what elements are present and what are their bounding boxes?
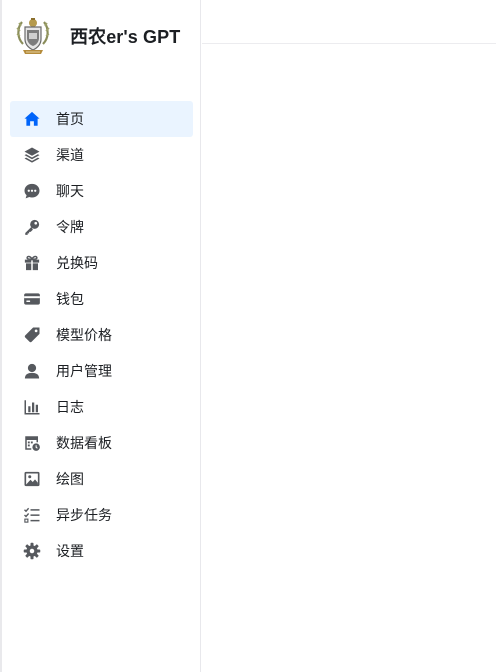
sidebar-item-settings[interactable]: 设置: [10, 533, 193, 569]
user-icon: [22, 361, 42, 381]
sidebar-item-label: 用户管理: [56, 364, 112, 380]
price-tag-icon: [22, 325, 42, 345]
sidebar-item-label: 钱包: [56, 292, 84, 308]
sidebar-item-label: 日志: [56, 400, 84, 416]
sidebar-item-label: 渠道: [56, 148, 84, 164]
sidebar-item-logs[interactable]: 日志: [10, 389, 193, 425]
sidebar-item-data-dashboard[interactable]: 数据看板: [10, 425, 193, 461]
bar-chart-icon: [22, 397, 42, 417]
checklist-icon: [22, 505, 42, 525]
home-icon: [22, 109, 42, 129]
sidebar-item-user-management[interactable]: 用户管理: [10, 353, 193, 389]
gift-icon: [22, 253, 42, 273]
main-content: [202, 44, 496, 672]
sidebar-item-model-pricing[interactable]: 模型价格: [10, 317, 193, 353]
app-title: 西农er's GPT: [70, 27, 181, 47]
key-icon: [22, 217, 42, 237]
sidebar-item-label: 模型价格: [56, 328, 112, 344]
sidebar-item-tokens[interactable]: 令牌: [10, 209, 193, 245]
sidebar-item-redeem-codes[interactable]: 兑换码: [10, 245, 193, 281]
top-header: [202, 0, 496, 44]
sidebar-item-label: 聊天: [56, 184, 84, 200]
sidebar-item-async-tasks[interactable]: 异步任务: [10, 497, 193, 533]
layers-icon: [22, 145, 42, 165]
sidebar-item-chat[interactable]: 聊天: [10, 173, 193, 209]
sidebar: 西农er's GPT 首页 渠道 聊天 令牌 兑换码 钱包 模型价格 用户管理 …: [2, 0, 201, 672]
sidebar-item-wallet[interactable]: 钱包: [10, 281, 193, 317]
sidebar-item-drawing[interactable]: 绘图: [10, 461, 193, 497]
gear-icon: [22, 541, 42, 561]
brand[interactable]: 西农er's GPT: [16, 14, 180, 58]
sidebar-item-label: 数据看板: [56, 436, 112, 452]
sidebar-item-label: 令牌: [56, 220, 84, 236]
chat-bubble-icon: [22, 181, 42, 201]
sidebar-item-label: 异步任务: [56, 508, 112, 524]
credit-card-icon: [22, 289, 42, 309]
sidebar-nav: 首页 渠道 聊天 令牌 兑换码 钱包 模型价格 用户管理 日志 数据看板 绘图 …: [10, 101, 193, 569]
dashboard-calendar-icon: [22, 433, 42, 453]
sidebar-item-label: 兑换码: [56, 256, 98, 272]
sidebar-item-channels[interactable]: 渠道: [10, 137, 193, 173]
sidebar-item-label: 设置: [56, 544, 84, 560]
university-crest-logo: [16, 18, 50, 54]
sidebar-item-label: 首页: [56, 112, 84, 128]
sidebar-item-home[interactable]: 首页: [10, 101, 193, 137]
image-icon: [22, 469, 42, 489]
sidebar-item-label: 绘图: [56, 472, 84, 488]
